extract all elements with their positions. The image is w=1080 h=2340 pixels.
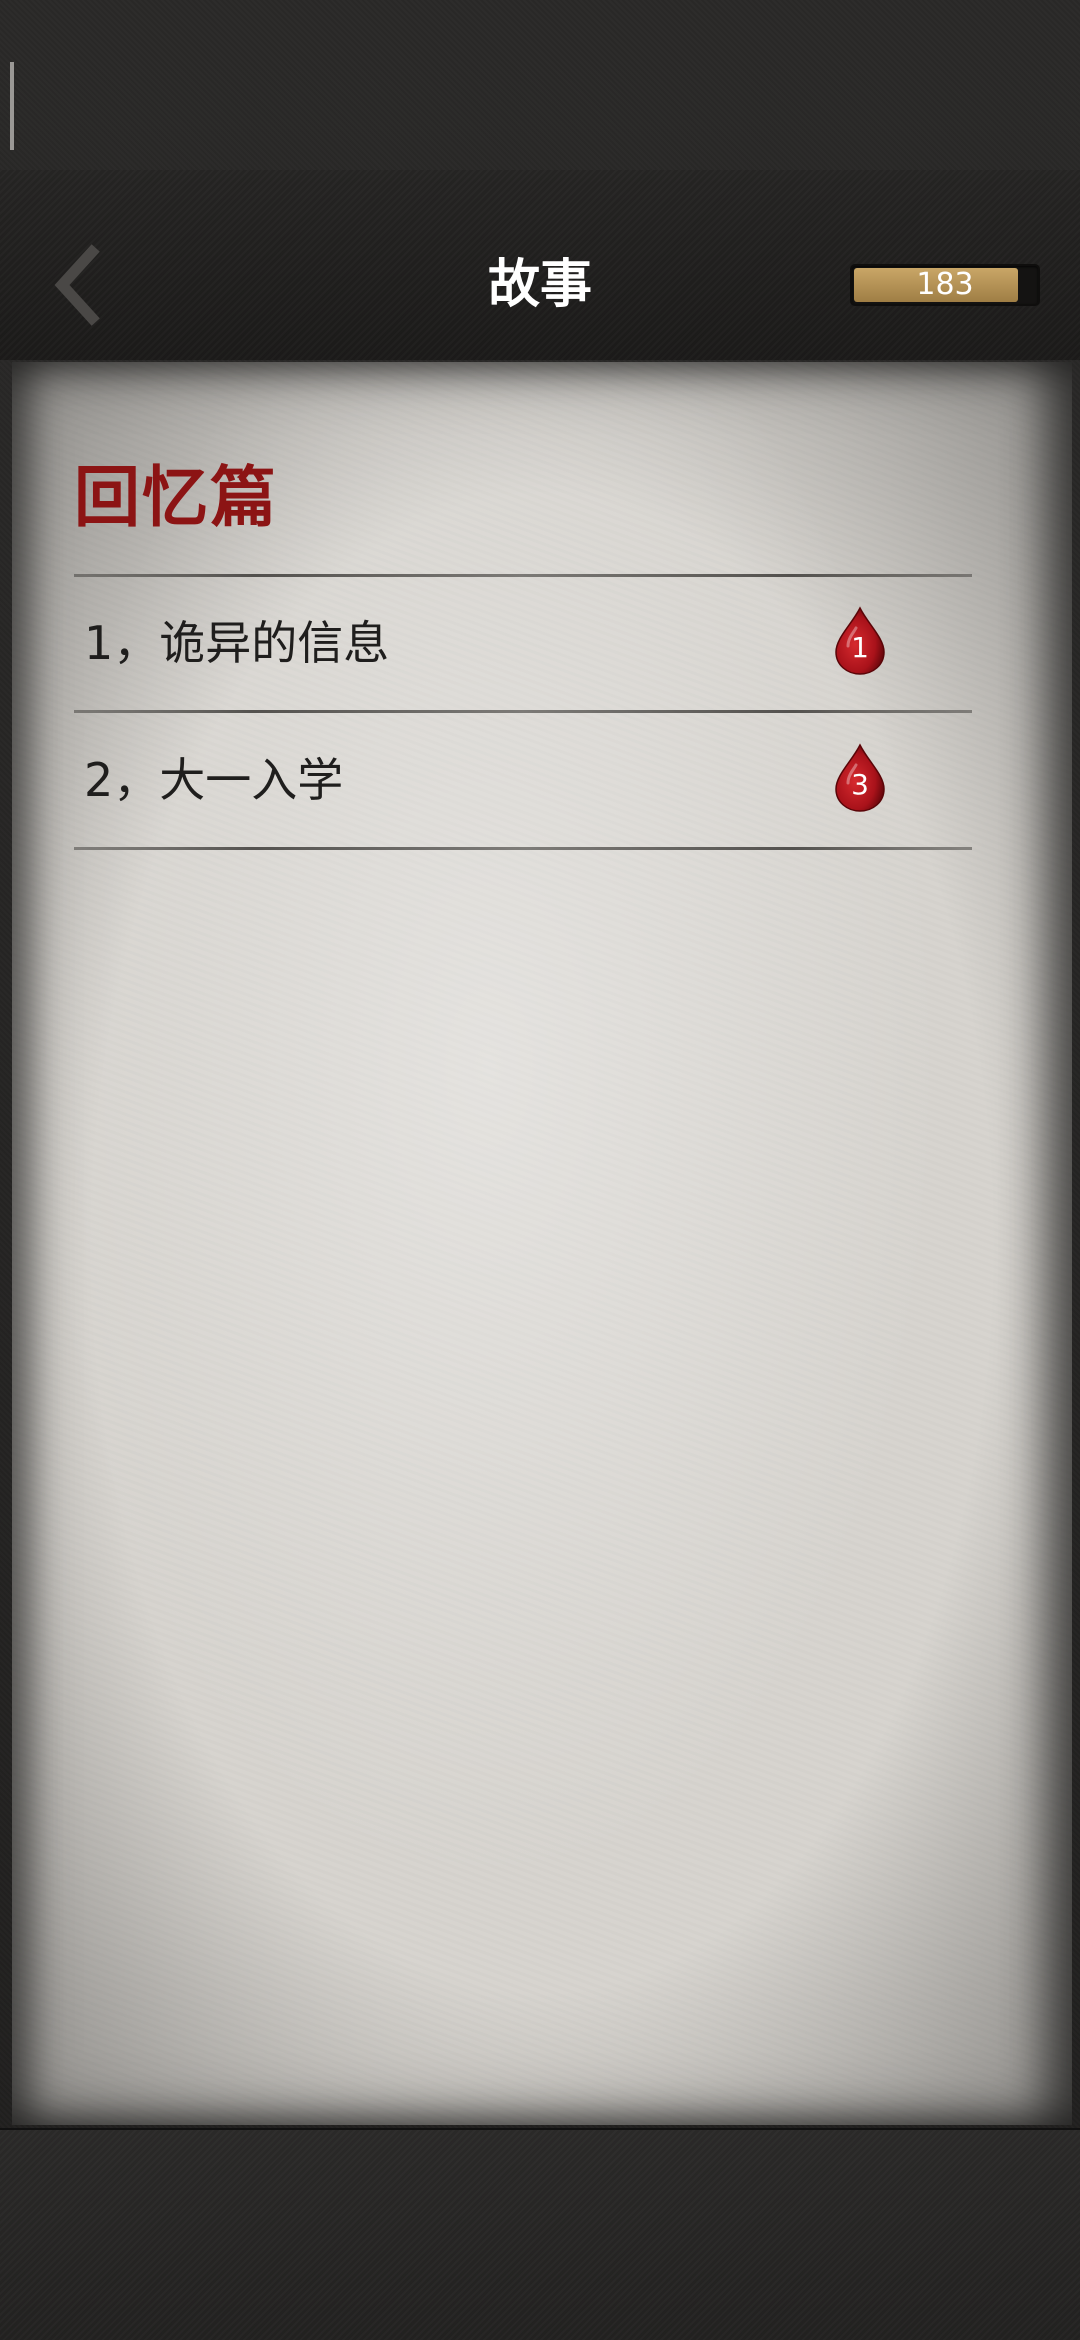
- section-title: 回忆篇: [74, 458, 278, 536]
- top-navigation-bar: 故事 183: [0, 170, 1080, 360]
- story-item-badge-number: 3: [851, 768, 869, 801]
- story-item-1[interactable]: 1，诡异的信息 1: [74, 576, 972, 710]
- status-bar: [0, 0, 1080, 170]
- story-screen: 故事 183 回忆篇 1，诡异的信息 1 2，大一入学 3: [0, 0, 1080, 2340]
- story-item-badge: 3: [832, 743, 888, 813]
- coin-value: 183: [916, 267, 974, 302]
- story-list: 1，诡异的信息 1 2，大一入学 3: [74, 576, 972, 850]
- divider: [74, 847, 972, 850]
- story-item-badge: 1: [832, 606, 888, 676]
- coin-counter: 183: [850, 264, 1040, 306]
- story-paper-panel: 回忆篇 1，诡异的信息 1 2，大一入学 3: [12, 362, 1072, 2125]
- story-item-2[interactable]: 2，大一入学 3: [74, 713, 972, 847]
- status-indicator: [10, 62, 14, 150]
- story-item-badge-number: 1: [851, 631, 869, 664]
- story-item-label: 1，诡异的信息: [84, 616, 390, 670]
- story-item-label: 2，大一入学: [84, 753, 344, 807]
- bottom-bar: [0, 2128, 1080, 2340]
